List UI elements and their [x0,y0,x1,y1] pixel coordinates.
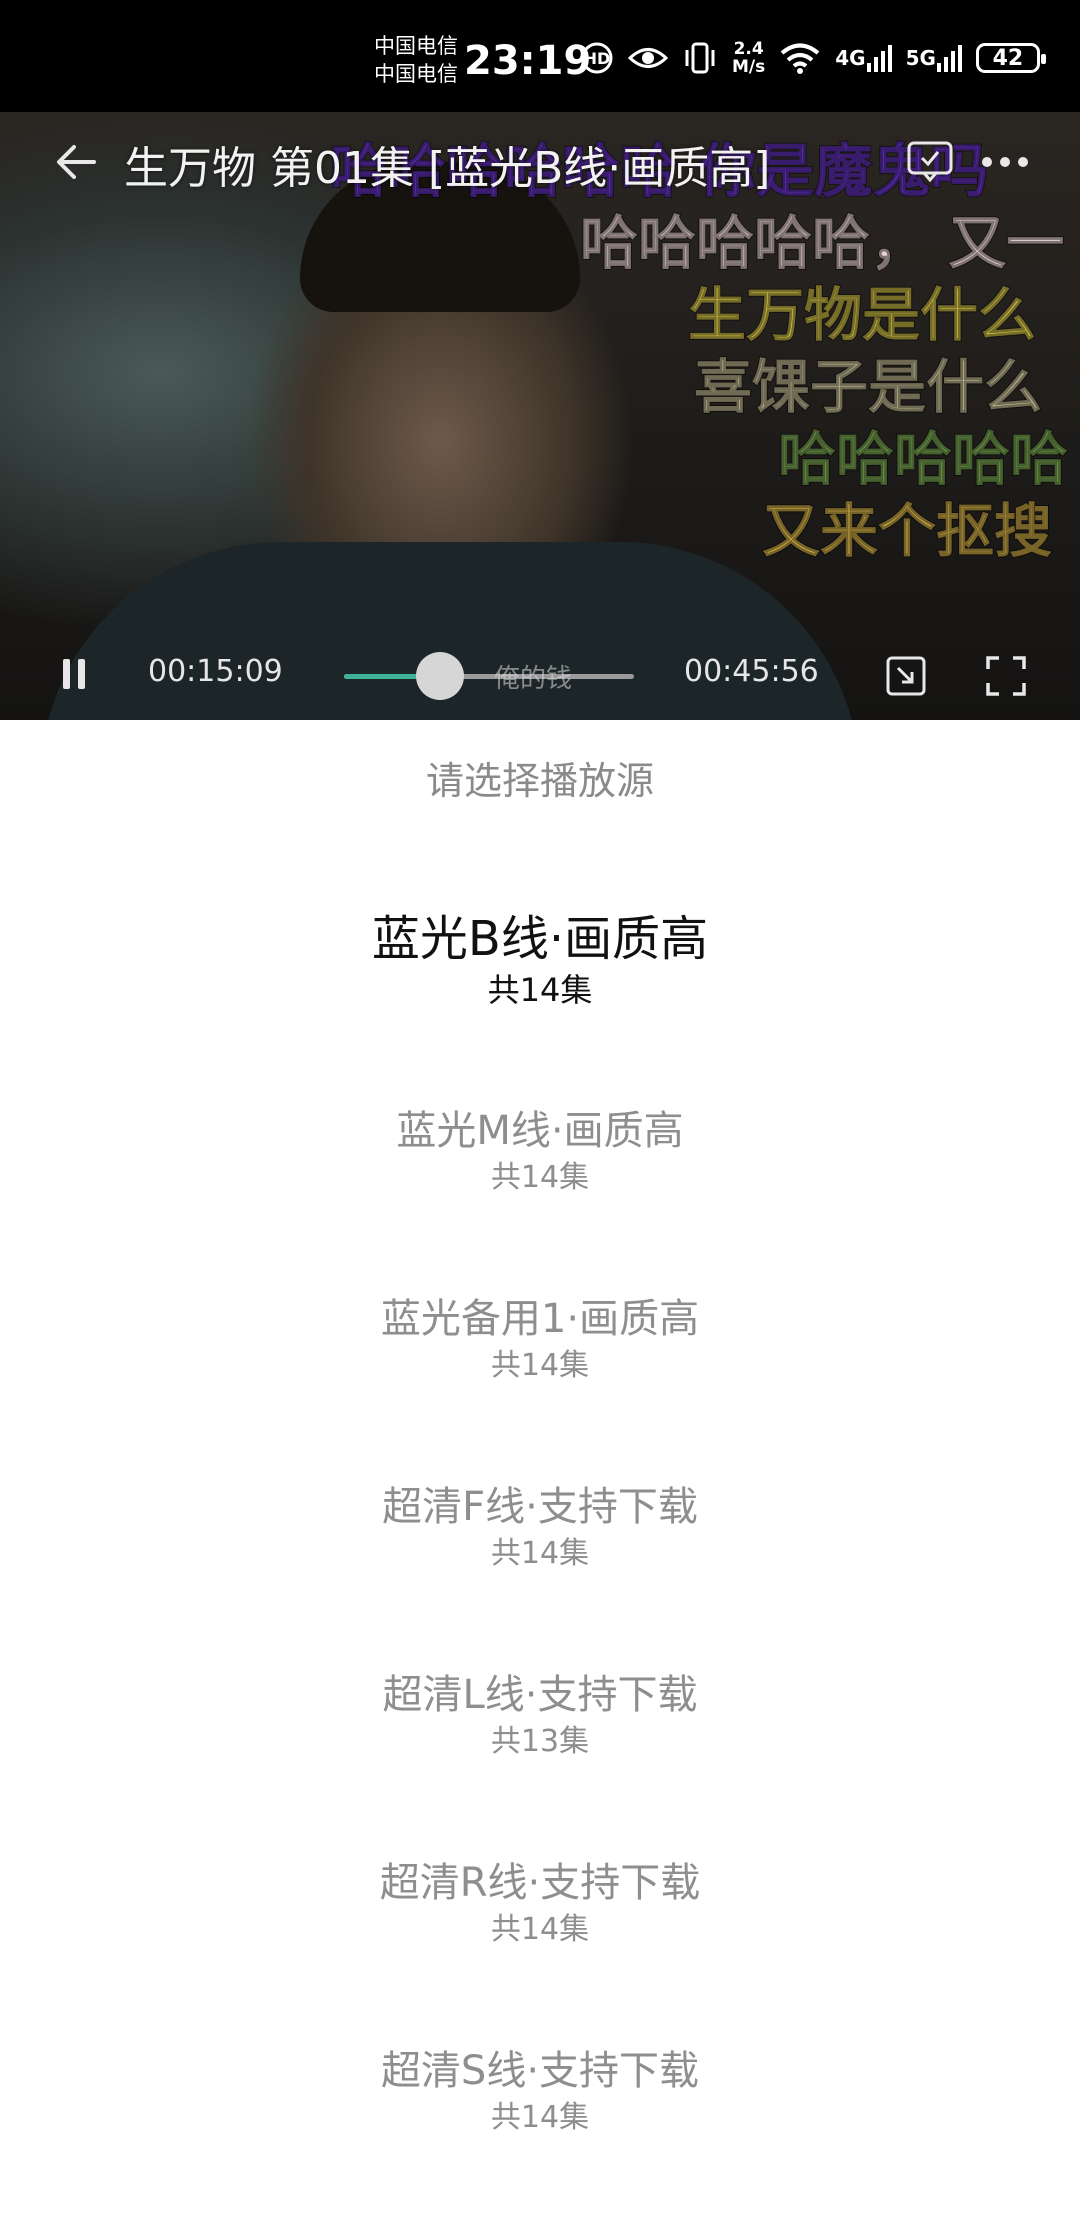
status-icons: HD 2.4 M/s 4G 5G 42 [580,40,1046,76]
net-speed-unit: M/s [732,57,766,77]
player-top-bar: 生万物 第01集 [蓝光B线·画质高] [0,112,1080,212]
carrier-labels: 中国电信 中国电信 [374,32,458,88]
wifi-icon [779,42,821,74]
fullscreen-button[interactable] [982,652,1030,700]
source-item[interactable]: 蓝光B线·画质高 共14集 [240,898,840,1038]
source-name: 超清L线·支持下载 [382,1672,698,1718]
more-button[interactable] [975,132,1035,192]
source-episode-count: 共14集 [487,971,593,1009]
source-episode-count: 共14集 [490,2100,590,2135]
eye-icon [628,43,668,73]
status-bar: 中国电信 中国电信 23:19 HD 2.4 M/s 4G 5G 42 [0,0,1080,112]
pause-icon [63,659,70,689]
carrier-1: 中国电信 [374,34,458,58]
status-time: 23:19 [464,38,592,84]
video-title: 生万物 第01集 [蓝光B线·画质高] [124,143,771,194]
source-episode-count: 共14集 [490,1160,590,1195]
danmaku-icon [907,141,953,183]
signal-4g-icon: 4G [835,43,892,73]
picture-in-picture-icon [886,656,926,696]
source-episode-count: 共14集 [490,1348,590,1383]
hd-call-icon: HD [580,41,614,75]
player-controls: 00:15:09 俺的钱 00:45:56 [0,632,1080,720]
arrow-left-icon [57,145,96,179]
source-item[interactable]: 蓝光备用1·画质高 共14集 [240,1282,840,1422]
source-item[interactable]: 超清F线·支持下载 共14集 [240,1470,840,1610]
source-name: 超清S线·支持下载 [380,2048,700,2094]
source-item[interactable]: 超清L线·支持下载 共13集 [240,1658,840,1798]
pause-button[interactable] [52,652,96,696]
source-item[interactable]: 蓝光M线·画质高 共14集 [240,1094,840,1234]
net-speed: 2.4 M/s [732,40,765,76]
seek-thumb[interactable] [415,652,464,700]
signal-5g-icon: 5G [906,43,962,73]
seek-bar[interactable] [344,652,634,700]
total-time: 00:45:56 [684,654,819,689]
source-episode-count: 共13集 [490,1724,590,1759]
source-item[interactable]: 超清S线·支持下载 共14集 [240,2034,840,2174]
danmaku-toggle-button[interactable] [900,132,960,192]
seek-overlay-text: 俺的钱 [494,664,573,694]
danmaku-comment: 又来个抠搜 [761,496,1053,566]
more-dots-icon [982,157,1028,167]
fullscreen-icon [986,656,1026,696]
source-episode-count: 共14集 [490,1912,590,1947]
current-time: 00:15:09 [148,654,283,689]
source-item[interactable]: 超清R线·支持下载 共14集 [240,1846,840,1986]
carrier-2: 中国电信 [374,62,458,86]
battery-icon: 42 [975,43,1046,73]
source-name: 超清F线·支持下载 [382,1484,698,1530]
pause-icon-bar [78,659,85,689]
vibrate-icon [682,41,718,75]
source-episode-count: 共14集 [490,1536,590,1571]
source-name: 蓝光M线·画质高 [396,1108,684,1154]
back-button[interactable] [44,130,108,194]
source-name: 蓝光B线·画质高 [371,911,709,967]
source-name: 蓝光备用1·画质高 [380,1296,700,1342]
net-5g-label: 5G [905,46,936,70]
source-prompt: 请选择播放源 [425,759,654,803]
net-speed-value: 2.4 [733,39,764,59]
pip-button[interactable] [882,652,930,700]
video-player[interactable]: 哈哈哈哈哈哈 你是魔鬼吗 哈哈哈哈哈， 又一 生万物是什么 喜馃子是什么 哈哈哈… [0,112,1080,720]
battery-level: 42 [992,45,1024,71]
net-4g-label: 4G [835,46,866,70]
source-name: 超清R线·支持下载 [379,1860,701,1906]
svg-text:HD: HD [584,49,611,68]
